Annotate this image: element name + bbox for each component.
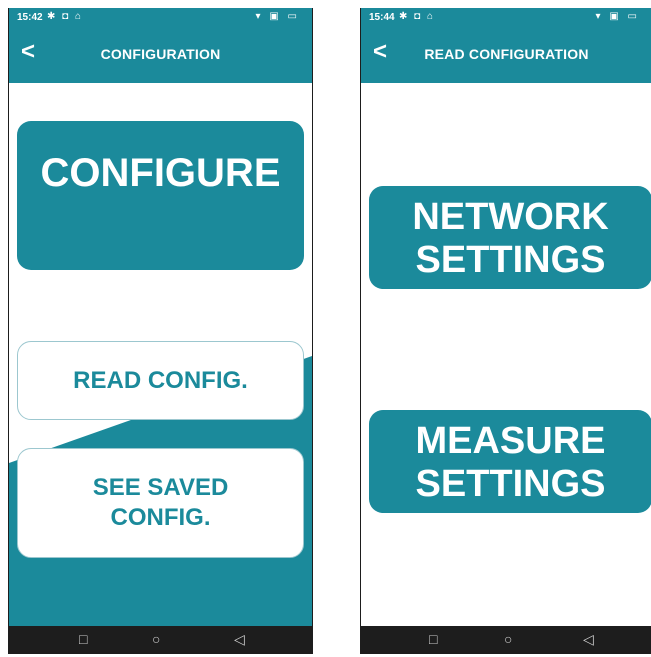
home-icon[interactable]: ○ (152, 631, 160, 647)
app-bar: < READ CONFIGURATION (361, 28, 651, 83)
status-time: 15:44 (369, 12, 395, 23)
network-settings-label-line2: SETTINGS (415, 239, 606, 281)
measure-settings-label-line2: SETTINGS (415, 463, 606, 505)
configure-button-label: CONFIGURE (40, 151, 281, 195)
see-saved-config-label-line2: CONFIG. (110, 504, 211, 531)
read-configuration-screen: 15:44 ✱ ◘ ⌂ ▾ ▣ ▭ < READ CONFIGURATION N… (360, 8, 651, 654)
recent-apps-icon[interactable]: □ (429, 631, 437, 647)
read-config-button-label: READ CONFIG. (73, 367, 248, 394)
status-icons-left: ✱ ◘ ⌂ (399, 11, 436, 22)
network-settings-button[interactable]: NETWORK SETTINGS (369, 186, 651, 289)
status-icons-left: ✱ ◘ ⌂ (47, 11, 84, 22)
read-config-button[interactable]: READ CONFIG. (17, 341, 304, 420)
page-title: READ CONFIGURATION (424, 46, 589, 62)
android-nav-bar: □ ○ ◁ (9, 626, 312, 654)
see-saved-config-button[interactable]: SEE SAVED CONFIG. (17, 448, 304, 558)
status-icons-right: ▾ ▣ ▭ (595, 11, 640, 22)
status-bar: 15:42 ✱ ◘ ⌂ ▾ ▣ ▭ (9, 8, 312, 28)
app-bar: < CONFIGURATION (9, 28, 312, 83)
configuration-screen: 15:42 ✱ ◘ ⌂ ▾ ▣ ▭ < CONFIGURATION CONFIG… (8, 8, 313, 654)
recent-apps-icon[interactable]: □ (79, 631, 87, 647)
network-settings-label-line1: NETWORK (412, 196, 609, 238)
see-saved-config-label-line1: SEE SAVED (92, 474, 229, 501)
back-icon[interactable]: ◁ (234, 631, 245, 648)
measure-settings-button[interactable]: MEASURE SETTINGS (369, 410, 651, 513)
android-nav-bar: □ ○ ◁ (361, 626, 651, 654)
configure-button[interactable]: CONFIGURE (17, 121, 304, 270)
measure-settings-label-line1: MEASURE (415, 420, 606, 462)
status-icons-right: ▾ ▣ ▭ (255, 11, 300, 22)
status-bar: 15:44 ✱ ◘ ⌂ ▾ ▣ ▭ (361, 8, 651, 28)
back-icon[interactable]: ◁ (583, 631, 594, 648)
page-title: CONFIGURATION (100, 46, 221, 62)
status-time: 15:42 (17, 12, 43, 23)
home-icon[interactable]: ○ (504, 631, 512, 647)
